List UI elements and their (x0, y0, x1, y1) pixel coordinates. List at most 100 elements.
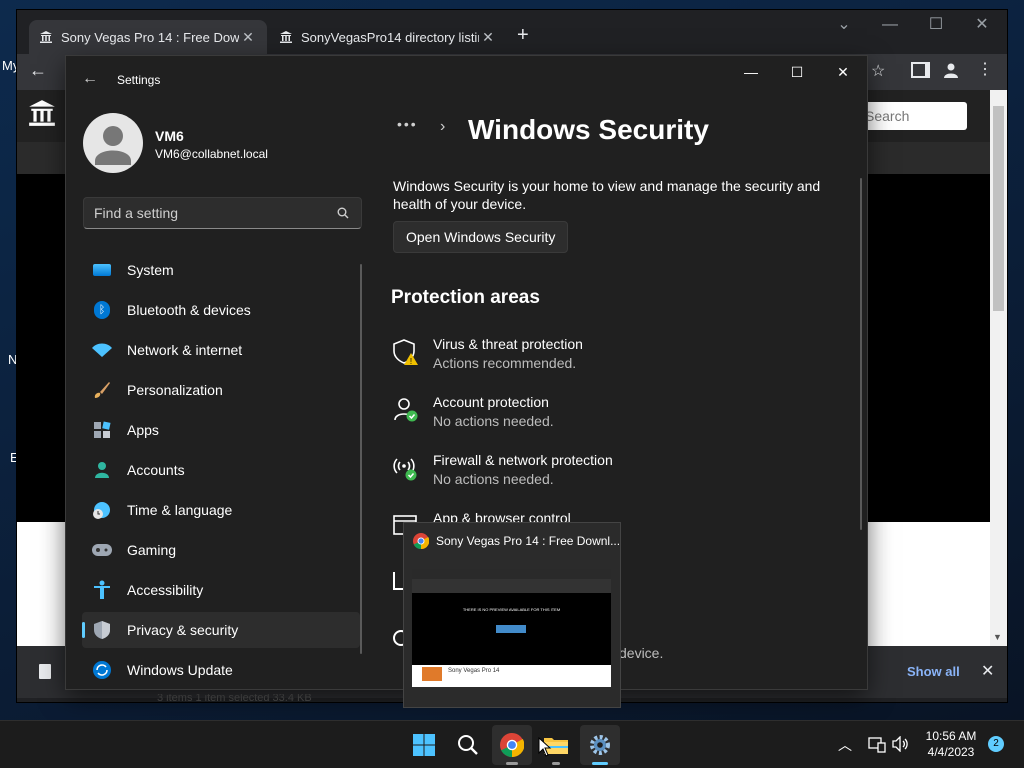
gamepad-icon (92, 540, 112, 560)
virus-shield-warning-icon[interactable]: ! (392, 338, 420, 366)
search-icon (337, 207, 349, 219)
back-arrow-icon[interactable]: ← (29, 60, 47, 81)
sidebar-item-system[interactable]: System (82, 252, 360, 288)
user-email: VM6@collabnet.local (155, 147, 268, 161)
firewall-icon[interactable] (392, 454, 420, 482)
sidebar-item-label: Gaming (127, 542, 177, 558)
taskbar: ︿ 10:56 AM 4/4/2023 2 (0, 720, 1024, 768)
sidebar-item-label: Privacy & security (127, 622, 239, 638)
open-windows-security-button[interactable]: Open Windows Security (393, 221, 569, 253)
thumb-button (496, 625, 526, 633)
new-tab-button[interactable]: + (517, 24, 529, 47)
sidebar-item-apps[interactable]: Apps (82, 412, 360, 448)
profile-icon[interactable] (943, 62, 959, 78)
tab-directory-listing[interactable]: SonyVegasPro14 directory listing ✕ (269, 20, 507, 54)
chrome-icon (500, 733, 524, 757)
taskbar-settings-button[interactable] (580, 725, 620, 765)
internet-archive-logo-icon[interactable] (27, 98, 57, 128)
sidebar-item-personalization[interactable]: Personalization (82, 372, 360, 408)
preview-thumbnail: THERE IS NO PREVIEW AVAILABLE FOR THIS I… (412, 569, 611, 687)
bluetooth-icon: ᛒ (92, 300, 112, 320)
windows-logo-icon (413, 734, 435, 756)
minimize-button[interactable]: — (867, 10, 913, 40)
find-setting-input[interactable]: Find a setting (83, 197, 362, 229)
download-file-icon[interactable] (39, 664, 51, 679)
breadcrumb-chevron-icon: › (440, 118, 446, 135)
accounts-icon (92, 460, 112, 480)
archive-favicon-icon (40, 31, 52, 43)
sidebar-item-time-language[interactable]: Time & language (82, 492, 360, 528)
page-description: Windows Security is your home to view an… (393, 178, 821, 212)
bookmark-star-icon[interactable]: ☆ (871, 61, 885, 81)
sidebar-item-label: Accounts (127, 462, 185, 478)
maximize-button[interactable]: ☐ (913, 10, 959, 40)
accessibility-icon (92, 580, 112, 600)
search-icon (458, 735, 478, 755)
sidebar-item-label: System (127, 262, 174, 278)
taskbar-chrome-button[interactable] (492, 725, 532, 765)
back-arrow-icon[interactable]: ← (82, 70, 98, 88)
tab-label: SonyVegasPro14 directory listing (301, 29, 479, 45)
close-button[interactable]: ✕ (959, 10, 1005, 40)
breadcrumb-more[interactable]: ••• (397, 116, 418, 132)
thumb-item-image (422, 667, 442, 681)
clock-date[interactable]: 4/4/2023 (920, 744, 982, 760)
avatar[interactable] (83, 113, 143, 173)
svg-text:!: ! (410, 357, 412, 366)
sidebar-item-accessibility[interactable]: Accessibility (82, 572, 360, 608)
scroll-down-arrow-icon[interactable]: ▼ (993, 632, 1002, 642)
section-title: Protection areas (391, 287, 540, 308)
tab-close-icon[interactable]: ✕ (239, 29, 257, 46)
sidebar-item-label: Time & language (127, 502, 233, 518)
account-protection-icon[interactable] (392, 396, 420, 424)
tab-close-icon[interactable]: ✕ (479, 29, 497, 46)
selection-indicator (82, 622, 85, 638)
area-status: No actions needed. (433, 413, 554, 429)
sidebar-item-gaming[interactable]: Gaming (82, 532, 360, 568)
explorer-status-bar: 3 items 1 item selected 33.4 KB (157, 694, 312, 702)
area-title[interactable]: Account protection (433, 394, 549, 410)
user-silhouette-icon (95, 126, 131, 165)
partial-area-text: device. (619, 645, 664, 661)
tab-strip: Sony Vegas Pro 14 : Free Downlo ✕ SonyVe… (17, 10, 1007, 54)
content-scrollbar[interactable] (860, 178, 862, 530)
clock-globe-icon (92, 500, 112, 520)
sidebar-item-accounts[interactable]: Accounts (82, 452, 360, 488)
start-button[interactable] (404, 725, 444, 765)
close-button[interactable]: ✕ (820, 56, 866, 88)
clock-time[interactable]: 10:56 AM (920, 728, 982, 744)
search-button[interactable] (448, 725, 488, 765)
sidebar-scrollbar[interactable] (360, 264, 362, 654)
tab-sony-vegas[interactable]: Sony Vegas Pro 14 : Free Downlo ✕ (29, 20, 267, 54)
sidebar-item-label: Windows Update (127, 662, 233, 678)
tab-search-chevron-icon[interactable]: ⌄ (821, 10, 867, 40)
maximize-button[interactable]: ☐ (774, 56, 820, 88)
volume-icon[interactable] (892, 736, 910, 752)
archive-favicon-icon (280, 31, 292, 43)
sidebar-item-privacy-security[interactable]: Privacy & security (82, 612, 360, 648)
taskbar-thumbnail-preview[interactable]: Sony Vegas Pro 14 : Free Downl... THERE … (404, 523, 620, 707)
notification-badge[interactable]: 2 (988, 736, 1004, 752)
sidebar-item-label: Apps (127, 422, 159, 438)
side-panel-icon[interactable] (911, 62, 930, 78)
show-all-link[interactable]: Show all (907, 664, 960, 679)
brush-icon (92, 380, 112, 400)
area-title[interactable]: Virus & threat protection (433, 336, 583, 352)
page-title: Windows Security (468, 114, 709, 145)
sidebar-item-network[interactable]: Network & internet (82, 332, 360, 368)
menu-kebab-icon[interactable]: ⋮ (977, 59, 993, 79)
network-icon[interactable] (868, 737, 886, 753)
mouse-cursor-icon (538, 737, 552, 757)
show-hidden-icons-chevron-icon[interactable]: ︿ (838, 735, 852, 755)
apps-icon (92, 420, 112, 440)
area-title[interactable]: Firewall & network protection (433, 452, 613, 468)
thumb-heading: THERE IS NO PREVIEW AVAILABLE FOR THIS I… (462, 607, 561, 612)
desktop-icon-label[interactable]: N (8, 352, 17, 367)
page-scrollbar-thumb[interactable] (993, 106, 1004, 311)
minimize-button[interactable]: — (728, 56, 774, 88)
sidebar-item-windows-update[interactable]: Windows Update (82, 652, 360, 688)
download-bar-close-icon[interactable]: ✕ (981, 661, 994, 681)
preview-title: Sony Vegas Pro 14 : Free Downl... (436, 534, 621, 548)
sidebar-item-bluetooth[interactable]: ᛒ Bluetooth & devices (82, 292, 360, 328)
site-search-input[interactable]: Search (857, 102, 967, 130)
